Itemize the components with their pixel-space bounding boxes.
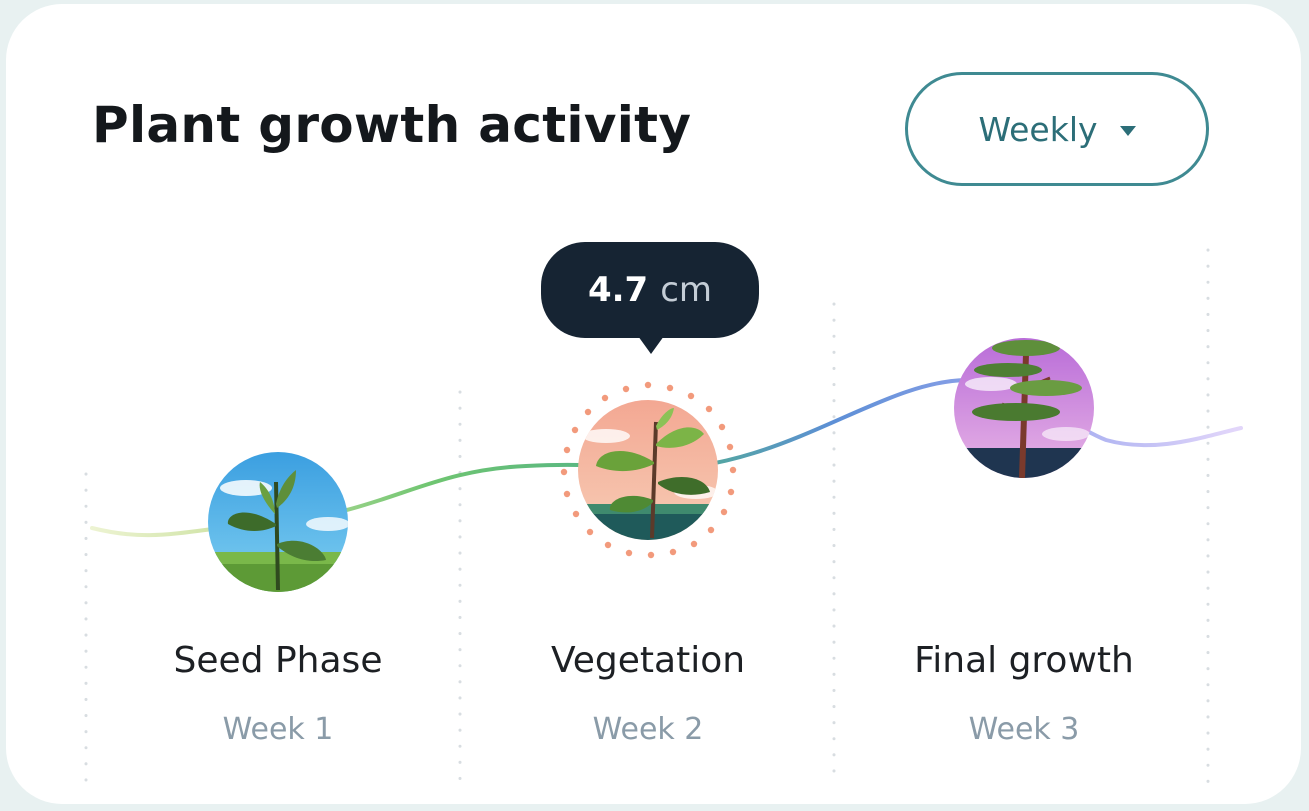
phase-week-2: Week 2 xyxy=(592,712,704,747)
phase-week-3: Week 3 xyxy=(968,712,1080,747)
final-growth-node xyxy=(954,338,1094,478)
value-tooltip: 4.7 cm xyxy=(541,242,759,338)
tooltip-unit: cm xyxy=(660,270,713,310)
phase-week-1: Week 1 xyxy=(222,712,334,747)
tooltip-pointer xyxy=(638,336,664,354)
phase-name-final: Final growth xyxy=(914,640,1134,681)
tooltip-value: 4.7 xyxy=(587,270,649,310)
phase-name-seed: Seed Phase xyxy=(173,640,383,681)
growth-timeline xyxy=(84,248,1243,786)
phase-name-vegetation: Vegetation xyxy=(550,640,746,681)
plant-growth-card: Plant growth activity Weekly 4.7 cm Seed… xyxy=(6,4,1301,804)
seed-phase-node xyxy=(208,452,348,592)
vegetation-node xyxy=(578,400,718,540)
